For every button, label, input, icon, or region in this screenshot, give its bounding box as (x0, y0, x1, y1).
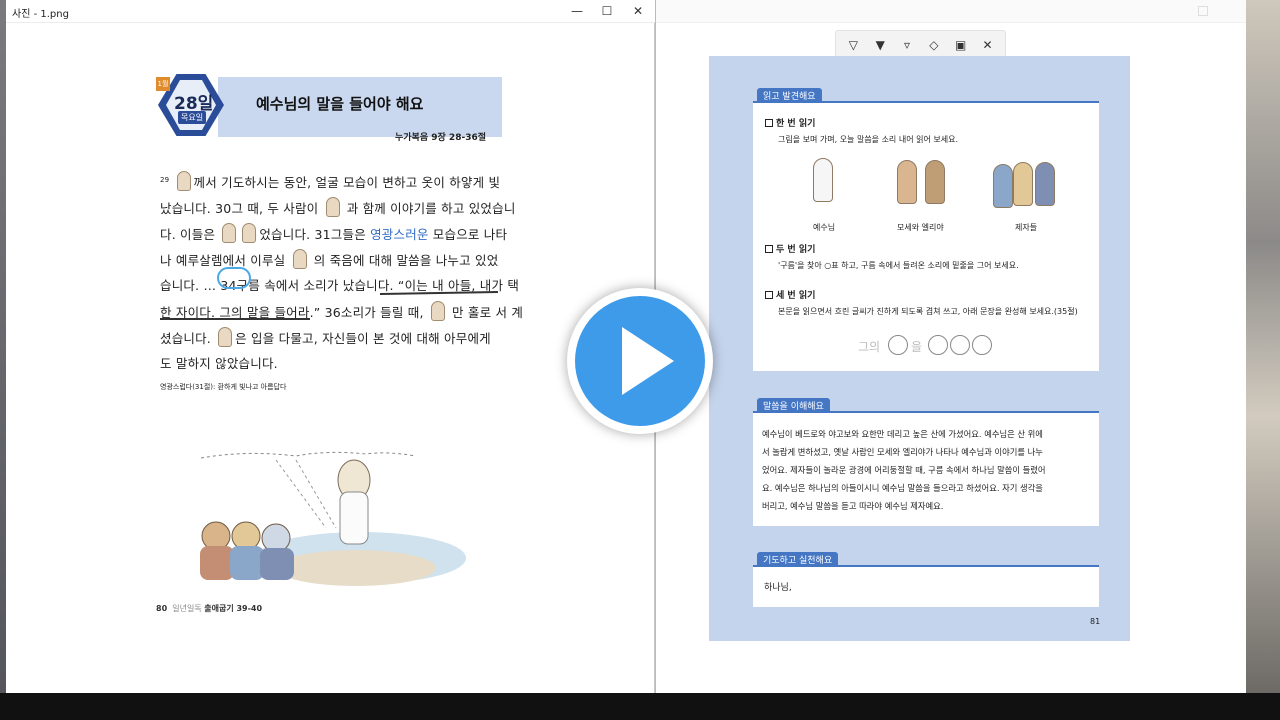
read1-instruction: 그림을 보며 가며, 오늘 말씀을 소리 내어 읽어 보세요. (778, 135, 958, 144)
lesson-title: 예수님의 말을 들어야 해요 (256, 95, 424, 113)
checkbox-icon (765, 245, 773, 253)
highlight-word: 영광스러운 (370, 227, 429, 242)
play-icon[interactable] (622, 327, 674, 395)
paragraph-line: 예수님이 베드로와 야고보와 요한만 데리고 높은 산에 가셨어요. 예수님은 … (762, 429, 1043, 439)
disciple-figure-icon (1013, 162, 1033, 206)
paragraph-line: 요. 예수님은 하나님의 아들이시니 예수님 말씀을 들으라고 하셨어요. 자기… (762, 483, 1043, 493)
pencil-icon[interactable]: ▼ (869, 34, 891, 58)
maximize-ghost-icon (1198, 6, 1208, 16)
close-button[interactable]: ✕ (623, 0, 653, 23)
blank-circle[interactable] (972, 335, 992, 355)
sentence-particle: 을 (911, 340, 923, 354)
two-men-figure-icon (325, 197, 340, 217)
section-tag: 기도하고 실천해요 (757, 552, 839, 567)
moses-figure-icon (897, 160, 917, 204)
elijah-figure-icon (925, 160, 945, 204)
title-bar[interactable] (656, 0, 1246, 23)
disciple-figure-icon (993, 164, 1013, 208)
blank-circle[interactable] (950, 335, 970, 355)
weekday-label: 목요일 (178, 111, 207, 124)
minimize-button[interactable]: — (562, 0, 592, 23)
page-number: 81 (1090, 617, 1101, 626)
disciples-figure-icon (218, 327, 233, 347)
desktop-wallpaper-strip (1246, 0, 1280, 693)
moses-figure-icon (222, 223, 237, 243)
close-ghost-icon (1228, 6, 1238, 16)
title-bar[interactable]: 사진 - 1.png — ☐ ✕ (6, 0, 655, 23)
verse-line: 29 께서 기도하시는 동안, 얼굴 모습이 변하고 옷이 하얗게 빛 (160, 171, 500, 191)
verse-line: 셨습니다. 은 입을 다물고, 자신들이 본 것에 대해 아무에게 (160, 327, 491, 347)
underline-annotation (160, 318, 310, 320)
read2-label: 두 번 읽기 (765, 242, 815, 255)
verse-line: 다. 이들은 었습니다. 31그들은 영광스러운 모습으로 나타 (160, 223, 507, 243)
verse-line: 났습니다. 30그 때, 두 사람이 과 함께 이야기를 하고 있었습니 (160, 197, 516, 217)
window-title: 사진 - 1.png (12, 9, 69, 20)
section-tag: 말씀을 이해해요 (757, 398, 830, 413)
footnote: 영광스럽다(31절): 환하게 빛나고 아름답다 (160, 383, 287, 391)
caption: 모세와 엘리야 (897, 223, 944, 232)
section-tag: 읽고 발견해요 (757, 88, 822, 103)
jesus-figure-icon (292, 249, 307, 269)
jesus-figure-icon (176, 171, 191, 191)
paragraph-line: 서 놀랍게 변하셨고, 옛날 사람인 모세와 엘리야가 나타나 예수님과 이야기… (762, 447, 1043, 457)
highlighter-icon[interactable]: ▿ (896, 34, 918, 56)
read1-label: 한 번 읽기 (765, 116, 815, 129)
paragraph-line: 버리고, 예수님 말씀을 듣고 따라야 예수님 제자예요. (762, 501, 944, 511)
sentence-prefix: 그의 (858, 340, 881, 354)
checkbox-icon (765, 119, 773, 127)
jesus-figure-icon (813, 158, 833, 202)
paragraph-line: 었어요. 제자들이 놀라운 광경에 어리둥절할 때, 구름 속에서 하나님 말씀… (762, 465, 1046, 475)
read3-label: 세 번 읽기 (765, 288, 815, 301)
ballpoint-pen-icon[interactable]: ▽ (842, 34, 864, 56)
verse-line: 도 말하지 않았습니다. (160, 356, 278, 371)
close-icon[interactable]: ✕ (977, 34, 999, 56)
scripture-reference: 누가복음 9장 28-36절 (395, 133, 486, 143)
prayer-card (753, 565, 1099, 607)
blank-circle[interactable] (888, 335, 908, 355)
caption: 제자들 (1015, 223, 1038, 232)
read2-instruction: '구름'을 찾아 ○표 하고, 구름 속에서 들려온 소리에 밑줄을 그어 보세… (778, 261, 1019, 270)
page-footer: 80 일년일독 출애굽기 39-40 (156, 604, 263, 613)
cloud-circle-annotation (217, 267, 251, 289)
maximize-button[interactable]: ☐ (592, 0, 622, 23)
transfiguration-illustration (200, 451, 466, 586)
prayer-text: 하나님, (764, 583, 792, 593)
elijah-figure-icon (242, 223, 257, 243)
read3-instruction: 본문을 읽으면서 흐린 글씨가 진하게 되도록 겹쳐 쓰고, 아래 문장을 완성… (778, 307, 1078, 316)
eraser-icon[interactable]: ◇ (923, 34, 945, 56)
save-icon[interactable]: ▣ (950, 34, 972, 56)
disciple-figure-icon (1035, 162, 1055, 206)
blank-circle[interactable] (928, 335, 948, 355)
verse-line: 나 예루살렘에서 이루실 의 죽음에 대해 말씀을 나누고 있었 (160, 249, 498, 269)
checkbox-icon (765, 291, 773, 299)
caption: 예수님 (813, 223, 836, 232)
jesus-figure-icon (430, 301, 445, 321)
month-label: 1월 (156, 77, 170, 91)
taskbar (0, 693, 1280, 720)
